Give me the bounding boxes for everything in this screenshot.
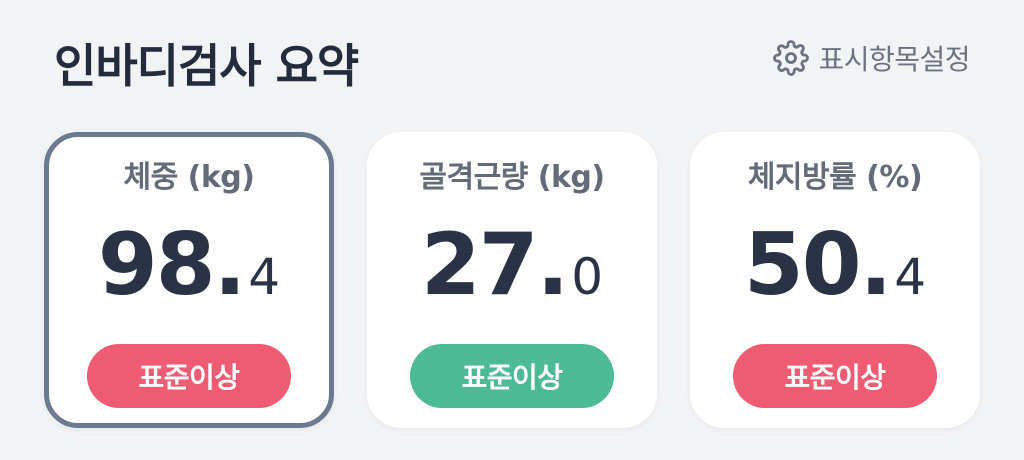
card-value: 98.4 <box>49 222 329 308</box>
display-settings-label: 표시항목설정 <box>818 43 970 76</box>
value-integer: 98 <box>97 215 216 315</box>
value-integer: 27 <box>420 215 539 315</box>
display-settings-button[interactable]: 표시항목설정 <box>772 38 970 78</box>
value-decimal-point: . <box>213 215 247 315</box>
card-label: 체중 (kg) <box>123 160 256 195</box>
value-decimal-point: . <box>536 215 570 315</box>
card-value: 50.4 <box>690 222 980 308</box>
value-integer: 50 <box>743 215 862 315</box>
gear-icon <box>772 39 810 77</box>
body-fat-card[interactable]: 체지방률 (%) 50.4 표준이상 <box>690 132 980 428</box>
status-badge: 표준이상 <box>410 344 614 408</box>
summary-cards: 체중 (kg) 98.4 표준이상 골격근량 (kg) 27.0 표준이상 체지… <box>44 132 996 432</box>
page-title: 인바디검사 요약 <box>54 39 359 93</box>
value-decimal-point: . <box>859 215 893 315</box>
card-label: 체지방률 (%) <box>747 160 923 195</box>
value-decimal: 4 <box>894 248 927 306</box>
weight-card[interactable]: 체중 (kg) 98.4 표준이상 <box>44 132 334 428</box>
status-badge: 표준이상 <box>733 344 937 408</box>
skeletal-muscle-card[interactable]: 골격근량 (kg) 27.0 표준이상 <box>367 132 657 428</box>
value-decimal: 0 <box>571 248 604 306</box>
status-badge: 표준이상 <box>87 344 291 408</box>
header: 인바디검사 요약 표시항목설정 <box>0 0 1024 120</box>
card-value: 27.0 <box>367 222 657 308</box>
value-decimal: 4 <box>248 248 281 306</box>
card-label: 골격근량 (kg) <box>419 160 605 195</box>
